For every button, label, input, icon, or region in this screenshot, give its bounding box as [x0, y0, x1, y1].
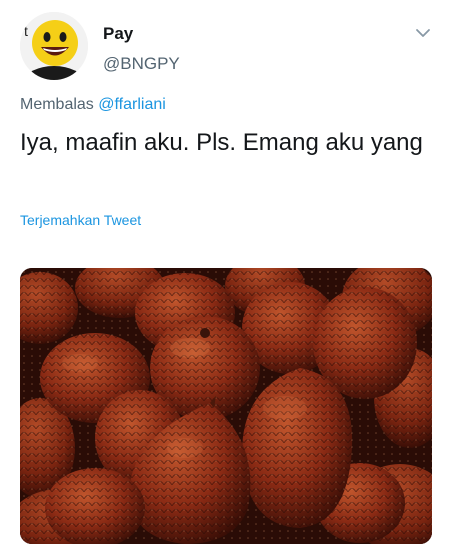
reply-prefix: Membalas	[20, 96, 94, 113]
tweet-text: Iya, maafin aku. Pls. Emang aku yang	[20, 129, 423, 156]
reply-mention-link[interactable]: @ffarliani	[98, 96, 166, 113]
display-name[interactable]: Pay	[103, 24, 133, 44]
avatar[interactable]: t	[20, 12, 88, 80]
tweet-header: t Pay @BNGPY	[0, 0, 450, 90]
svg-text:t: t	[24, 23, 28, 39]
smiley-avatar-icon: t	[20, 12, 88, 80]
chevron-down-icon[interactable]	[414, 26, 432, 40]
tweet-photo[interactable]	[20, 268, 432, 544]
reply-context: Membalas @ffarliani	[20, 96, 166, 114]
salak-fruit-photo	[20, 268, 432, 544]
user-handle[interactable]: @BNGPY	[103, 54, 180, 74]
translate-tweet-link[interactable]: Terjemahkan Tweet	[20, 212, 141, 228]
